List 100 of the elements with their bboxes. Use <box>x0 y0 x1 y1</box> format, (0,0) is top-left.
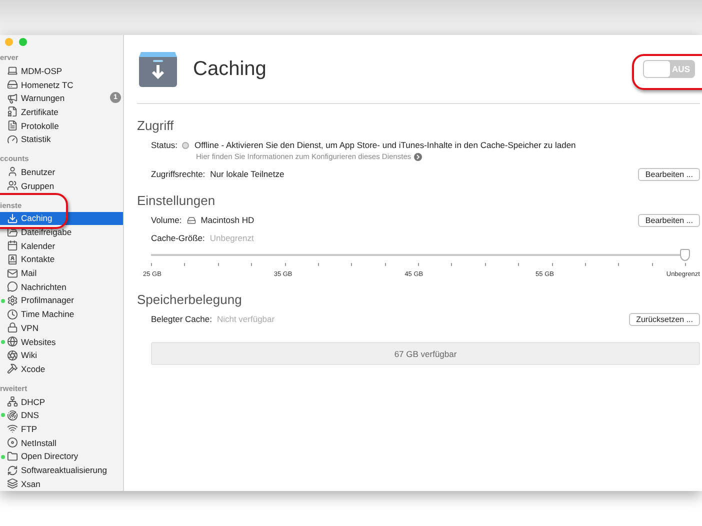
sidebar-item-label: Caching <box>21 213 52 224</box>
zoom-icon[interactable] <box>19 38 27 46</box>
laptop-icon <box>7 65 18 76</box>
mail-icon <box>7 268 18 279</box>
sidebar-item[interactable]: Wiki <box>0 348 123 362</box>
field-value: Nur lokale Teilnetze <box>210 169 284 179</box>
sidebar-item[interactable]: DHCP <box>0 394 123 408</box>
certificate-icon <box>7 106 18 118</box>
sidebar-item-label: FTP <box>21 424 38 434</box>
radar-icon <box>7 410 18 421</box>
sidebar-item[interactable]: DNS <box>0 408 123 422</box>
field-label: Belegter Cache: <box>151 314 212 324</box>
sidebar-item-label: Protokolle <box>21 120 59 131</box>
sidebar-item-label: Gruppen <box>21 180 54 191</box>
lock-icon <box>7 322 18 334</box>
aperture-icon <box>7 350 18 361</box>
sidebar-item[interactable]: Softwareaktualisierung <box>0 463 123 477</box>
contacts-icon <box>7 254 18 265</box>
layers-icon <box>7 478 18 490</box>
clock-icon <box>7 308 18 320</box>
field-value: Nicht verfügbar <box>216 314 275 324</box>
sidebar-item[interactable]: Gruppen <box>0 178 123 192</box>
sidebar-item-label: Websites <box>21 336 56 347</box>
sidebar-item-label: Mail <box>21 268 37 278</box>
sidebar-item[interactable]: Xcode <box>0 362 123 376</box>
field-label: Status: <box>151 140 178 150</box>
sidebar-item[interactable]: Caching <box>0 212 123 226</box>
chat-icon <box>7 281 18 292</box>
section-heading: Einstellungen <box>137 193 216 208</box>
megaphone-icon <box>7 92 18 104</box>
sidebar-item[interactable]: FTP <box>0 422 123 436</box>
sidebar-item-label: Warnungen <box>21 93 65 104</box>
caching-box-icon <box>137 51 179 87</box>
sidebar-item-label: Kontakte <box>21 254 55 264</box>
sidebar-item[interactable]: Homenetz TC <box>0 78 123 92</box>
field-value: Macintosh HD <box>200 215 254 225</box>
sidebar-item[interactable]: MDM-OSP <box>0 64 123 78</box>
sidebar-item-label: Open Directory <box>21 451 78 462</box>
globe-icon <box>7 336 18 348</box>
field-label: Volume: <box>151 215 182 225</box>
folder-icon <box>7 226 18 238</box>
sidebar-item[interactable]: Dateifreigabe <box>0 225 123 239</box>
sidebar-item[interactable]: Protokolle <box>0 118 123 132</box>
calendar-icon <box>7 240 18 252</box>
download-icon <box>7 212 18 224</box>
sidebar-item[interactable]: VPN <box>0 321 123 335</box>
reset-button[interactable]: Zurücksetzen ... <box>629 312 700 326</box>
edit-button[interactable]: Bearbeiten ... <box>638 168 700 180</box>
sidebar-item[interactable]: Benutzer <box>0 165 123 179</box>
people-icon <box>7 180 18 192</box>
document-icon <box>7 120 18 132</box>
sidebar-item-label: Wiki <box>21 350 38 360</box>
edit-button[interactable]: Bearbeiten ... <box>638 214 700 226</box>
person-icon <box>7 166 18 178</box>
network-icon <box>7 396 18 408</box>
sidebar-item-label: Dateifreigabe <box>21 227 72 238</box>
sidebar-item-label: Xsan <box>21 478 40 489</box>
sidebar-item[interactable]: Profilmanager <box>0 294 123 308</box>
highlight-ring <box>0 193 68 229</box>
slider-thumb[interactable] <box>680 249 690 261</box>
sidebar-item[interactable]: Websites <box>0 334 123 348</box>
sidebar-item[interactable]: Xsan <box>0 476 123 491</box>
sidebar-item[interactable]: Kalender <box>0 238 123 253</box>
minimize-icon[interactable] <box>5 38 13 46</box>
sidebar-item-label: Statistik <box>21 134 51 144</box>
sidebar-item-label: Profilmanager <box>21 295 74 306</box>
arrow-circle-icon[interactable] <box>414 152 422 160</box>
sidebar-item-label: Benutzer <box>21 166 56 177</box>
gear-icon <box>7 294 18 306</box>
sidebar-item[interactable]: Mail <box>0 266 123 280</box>
drive-icon <box>7 79 18 90</box>
sidebar-item[interactable]: Open Directory <box>0 450 123 464</box>
section-heading: Zugriff <box>137 118 175 133</box>
sidebar-item[interactable]: Time Machine <box>0 307 123 321</box>
sidebar-item-label: NetInstall <box>21 438 56 448</box>
disc-icon <box>7 437 18 448</box>
sidebar-item[interactable]: Kontakte <box>0 252 123 266</box>
section-heading: Speicherbelegung <box>137 292 243 307</box>
sidebar-item-label: Time Machine <box>21 309 74 320</box>
sidebar-item-label: Homenetz TC <box>21 80 74 90</box>
drive-icon <box>186 216 196 224</box>
slider-track[interactable] <box>151 249 690 261</box>
sidebar-item-label: Kalender <box>21 240 56 251</box>
field-label: Cache-Größe: <box>151 233 205 243</box>
sidebar-item[interactable]: NetInstall <box>0 436 123 450</box>
field-label: Zugriffsrechte: <box>151 169 206 179</box>
status-circle-icon <box>182 142 190 148</box>
sidebar-item[interactable]: Nachrichten <box>0 280 123 294</box>
sidebar-item-label: MDM-OSP <box>21 66 62 76</box>
status-text: Offline - Aktivieren Sie den Dienst, um App Store- und iTunes-Inhalte in den Cache-Speicher zu laden <box>194 140 576 150</box>
gauge-icon <box>7 134 18 145</box>
sidebar-item-label: Xcode <box>21 364 46 374</box>
page-title: Caching <box>193 58 268 80</box>
sidebar-item[interactable]: Zertifikate <box>0 105 123 119</box>
sidebar-item[interactable]: Statistik <box>0 132 123 146</box>
hammer-icon <box>7 363 18 374</box>
refresh-icon <box>7 464 18 476</box>
sidebar-item-label: Zertifikate <box>21 106 58 117</box>
sidebar-item-label: Softwareaktualisierung <box>21 465 107 476</box>
sidebar-item-label: VPN <box>21 322 38 333</box>
